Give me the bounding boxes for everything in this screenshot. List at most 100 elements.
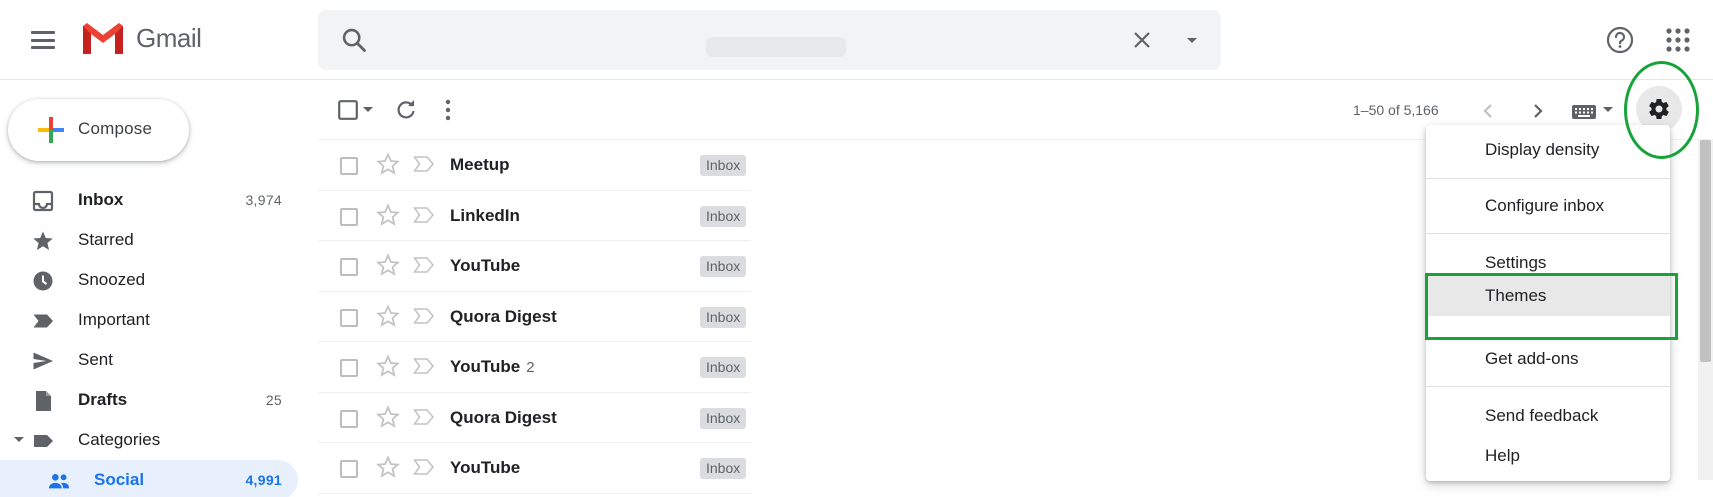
refresh-icon[interactable] [394, 98, 418, 122]
row-checkbox[interactable] [340, 359, 358, 377]
help-icon[interactable] [1604, 24, 1636, 56]
sidebar-item-categories[interactable]: Categories [0, 420, 298, 460]
inbox-label-badge[interactable]: Inbox [700, 407, 747, 429]
sidebar-item-label: Drafts [78, 390, 128, 409]
inbox-label-badge[interactable]: Inbox [700, 155, 747, 176]
sidebar-item-inbox[interactable]: Inbox 3,974 [0, 180, 298, 220]
menu-item-display-density[interactable]: Display density [1426, 137, 1670, 173]
important-marker-icon[interactable] [413, 357, 435, 375]
important-marker-icon[interactable] [413, 307, 435, 325]
app-name: Gmail [136, 22, 202, 53]
send-icon [33, 352, 53, 370]
collapse-caret-icon[interactable] [14, 437, 24, 442]
sidebar-item-important[interactable]: Important [0, 300, 298, 340]
important-marker-icon[interactable] [413, 256, 435, 274]
star-icon [33, 231, 53, 250]
star-icon[interactable] [376, 202, 400, 227]
menu-item-help[interactable]: Help [1426, 443, 1670, 479]
mail-list: Meetup Inbox LinkedIn Inbox YouTube Inbo… [318, 140, 751, 494]
row-checkbox[interactable] [340, 460, 358, 478]
star-icon[interactable] [376, 404, 400, 429]
sender-name: YouTube [450, 256, 521, 275]
important-marker-icon[interactable] [413, 458, 435, 476]
compose-button[interactable]: Compose [8, 99, 189, 161]
hamburger-line [31, 31, 55, 34]
table-row[interactable]: YouTube Inbox [318, 241, 751, 292]
sidebar-item-label: Snoozed [78, 270, 146, 289]
important-marker-icon[interactable] [413, 206, 435, 224]
input-tools-dropdown-icon[interactable] [1602, 105, 1614, 115]
table-row[interactable]: YouTube Inbox [318, 443, 751, 494]
inbox-label-badge[interactable]: Inbox [700, 458, 747, 479]
sidebar-item-label: Sent [78, 350, 113, 369]
table-row[interactable]: Meetup Inbox [318, 140, 751, 191]
keyboard-icon[interactable] [1572, 104, 1598, 120]
main-menu-button[interactable] [24, 27, 62, 53]
menu-item-get-add-ons[interactable]: Get add-ons [1426, 346, 1670, 382]
chevron-right-icon[interactable] [1530, 102, 1546, 120]
table-row[interactable]: Quora Digest Inbox [318, 393, 751, 443]
sidebar-item-starred[interactable]: Starred [0, 220, 298, 260]
sidebar-item-sent[interactable]: Sent [0, 340, 298, 380]
star-icon[interactable] [376, 354, 400, 378]
search-options-icon[interactable] [1180, 28, 1204, 52]
people-icon [48, 474, 70, 489]
star-icon[interactable] [376, 303, 400, 328]
star-icon[interactable] [376, 152, 400, 176]
apps-grid-icon[interactable] [1665, 27, 1691, 53]
search-input[interactable] [390, 22, 1150, 58]
row-checkbox[interactable] [340, 258, 358, 276]
sidebar-item-label: Starred [78, 230, 134, 249]
important-marker-icon[interactable] [413, 408, 435, 426]
table-row[interactable]: YouTube 2 Inbox [318, 342, 751, 393]
sidebar-item-social[interactable]: Social 4,991 [0, 460, 298, 497]
gmail-m-icon [83, 23, 123, 54]
important-marker-icon[interactable] [413, 155, 435, 173]
clock-icon [33, 271, 53, 291]
inbox-label-badge[interactable]: Inbox [700, 205, 747, 227]
chevron-left-icon[interactable] [1480, 102, 1496, 120]
compose-plus-icon [38, 117, 64, 143]
table-row[interactable]: Quora Digest Inbox [318, 292, 751, 342]
select-all-checkbox[interactable] [338, 100, 358, 120]
sender-name: Quora Digest [450, 407, 557, 427]
inbox-label-badge[interactable]: Inbox [700, 256, 747, 277]
menu-item-configure-inbox[interactable]: Configure inbox [1426, 193, 1670, 229]
hamburger-line [31, 46, 55, 49]
draft-icon [36, 391, 51, 411]
sidebar-item-drafts[interactable]: Drafts 25 [0, 380, 298, 420]
important-icon [33, 314, 53, 328]
star-icon[interactable] [376, 455, 400, 479]
scrollbar-thumb[interactable] [1700, 140, 1711, 362]
inbox-label-badge[interactable]: Inbox [700, 306, 747, 328]
more-vert-icon[interactable] [445, 98, 451, 122]
menu-divider [1426, 178, 1670, 179]
menu-item-send-feedback[interactable]: Send feedback [1426, 403, 1670, 439]
search-bar[interactable] [318, 10, 1221, 70]
unread-count: 3,974 [245, 192, 282, 208]
row-checkbox[interactable] [340, 409, 358, 428]
inbox-icon [32, 190, 54, 212]
compose-label: Compose [78, 119, 153, 138]
draft-count: 25 [265, 392, 282, 408]
scrollbar[interactable] [1698, 140, 1713, 480]
label-icon [34, 435, 53, 447]
select-dropdown-icon[interactable] [362, 105, 374, 115]
search-icon[interactable] [340, 26, 368, 54]
close-icon[interactable] [1130, 28, 1154, 52]
table-row[interactable]: LinkedIn Inbox [318, 191, 751, 241]
row-checkbox[interactable] [340, 308, 358, 327]
menu-item-themes[interactable]: Themes [1426, 276, 1670, 316]
star-icon[interactable] [376, 253, 400, 277]
unread-count: 4,991 [245, 472, 282, 488]
sidebar-item-snoozed[interactable]: Snoozed [0, 260, 298, 300]
top-bar: Gmail [0, 0, 1713, 80]
thread-count: 2 [526, 359, 535, 376]
row-checkbox[interactable] [340, 207, 358, 226]
sender-name: Quora Digest [450, 306, 557, 326]
inbox-label-badge[interactable]: Inbox [700, 357, 747, 378]
sender-name: Meetup [450, 155, 510, 174]
row-checkbox[interactable] [340, 157, 358, 175]
gmail-logo[interactable]: Gmail [80, 20, 202, 56]
hamburger-line [31, 38, 55, 42]
